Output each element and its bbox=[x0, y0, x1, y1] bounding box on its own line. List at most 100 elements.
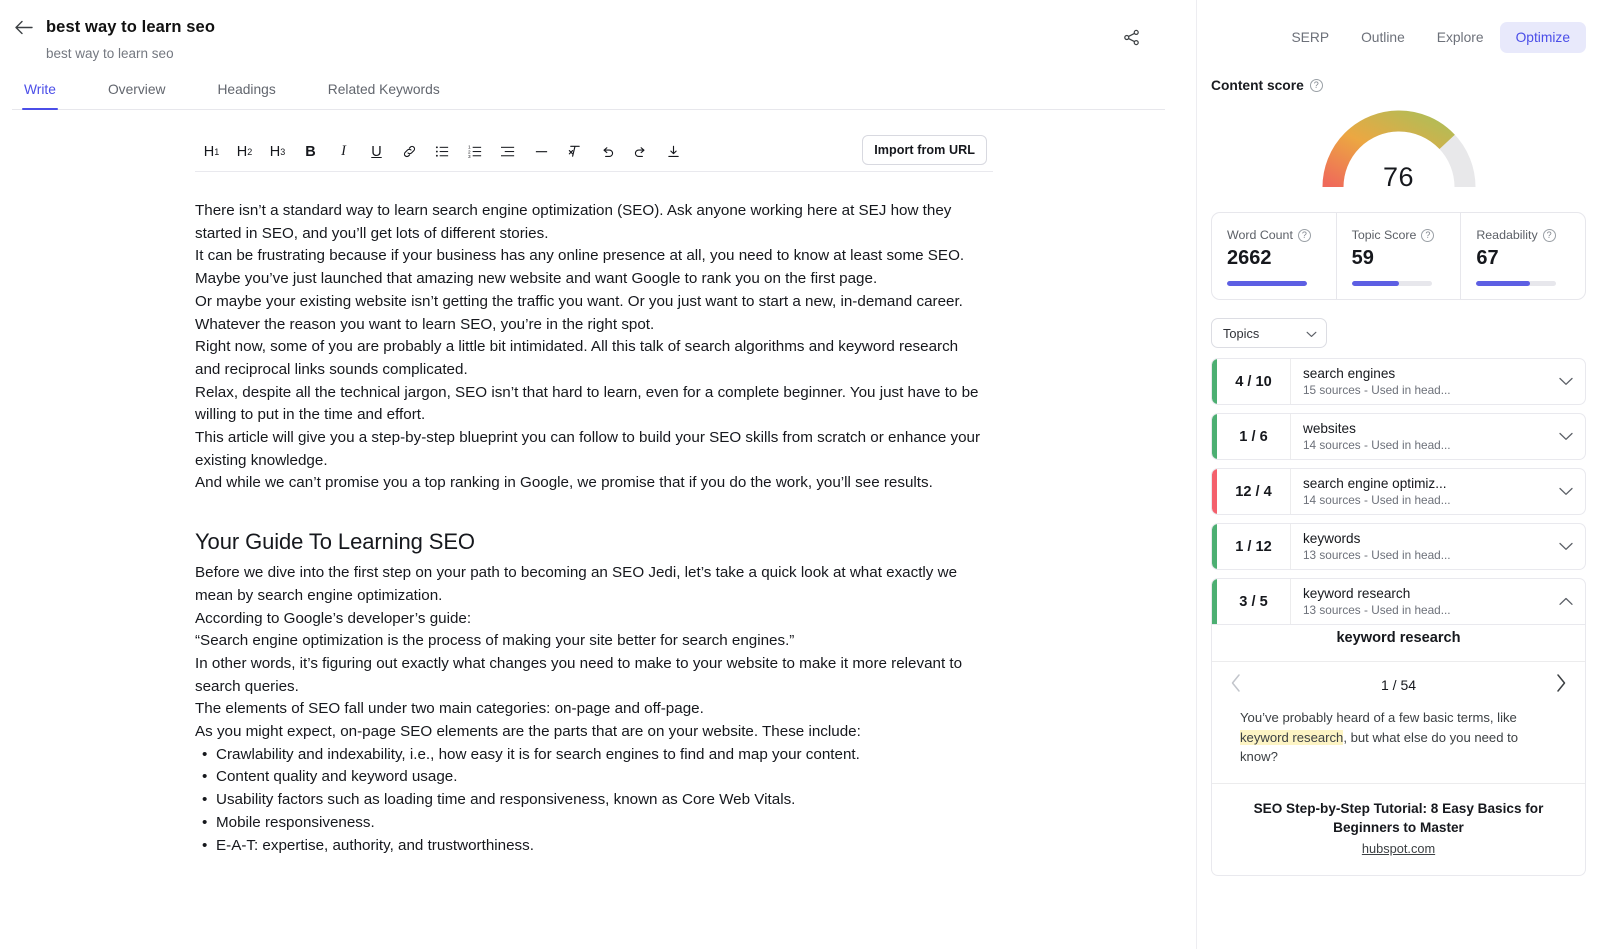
sidebar-tab-outline[interactable]: Outline bbox=[1345, 22, 1421, 53]
topic-score: 3 / 5 bbox=[1217, 579, 1291, 624]
topic-row[interactable]: 3 / 5 keyword research 13 sources - Used… bbox=[1211, 578, 1586, 625]
snippet-pager: 1 / 54 bbox=[1212, 662, 1585, 706]
page-subtitle: best way to learn seo bbox=[46, 46, 1196, 61]
link-icon[interactable] bbox=[393, 136, 426, 168]
metric-word-count: Word Count ? 2662 bbox=[1212, 213, 1336, 299]
topic-name: search engine optimiz... bbox=[1303, 476, 1478, 491]
metric-topic-score: Topic Score ? 59 bbox=[1336, 213, 1461, 299]
topic-row[interactable]: 1 / 6 websites 14 sources - Used in head… bbox=[1211, 413, 1586, 460]
underline-button[interactable]: U bbox=[360, 136, 393, 168]
metric-head: Topic Score ? bbox=[1352, 228, 1461, 242]
chevron-down-icon[interactable] bbox=[1547, 469, 1585, 514]
paragraph: It can be frustrating because if your bu… bbox=[195, 245, 985, 268]
tab-related-keywords[interactable]: Related Keywords bbox=[326, 78, 442, 109]
document-header: best way to learn seo best way to learn … bbox=[0, 0, 1196, 110]
metric-progress-bar bbox=[1352, 281, 1432, 286]
metric-value: 67 bbox=[1476, 247, 1585, 270]
sidebar-tab-optimize[interactable]: Optimize bbox=[1500, 22, 1586, 53]
chevron-up-icon[interactable] bbox=[1547, 579, 1585, 624]
metrics-row: Word Count ? 2662 Topic Score ? 59 Reada… bbox=[1211, 212, 1586, 300]
metric-label: Topic Score bbox=[1352, 228, 1417, 242]
document-body[interactable]: There isn’t a standard way to learn sear… bbox=[195, 172, 985, 857]
topic-main: keyword research 13 sources - Used in he… bbox=[1291, 579, 1547, 624]
paragraph: Whatever the reason you want to learn SE… bbox=[195, 314, 985, 337]
numbered-list-button[interactable]: 1 2 3 bbox=[459, 136, 492, 168]
clear-formatting-button[interactable] bbox=[558, 136, 591, 168]
topic-detail-panel: keyword research 1 / 54 You’ve probably … bbox=[1211, 617, 1586, 876]
content-score-gauge: 76 bbox=[1197, 107, 1600, 193]
help-icon[interactable]: ? bbox=[1298, 229, 1311, 242]
italic-button[interactable]: I bbox=[327, 136, 360, 168]
editor-toolbar: H1 H2 H3 B I U bbox=[195, 132, 993, 172]
tab-overview[interactable]: Overview bbox=[106, 78, 168, 109]
topic-sources: 13 sources - Used in head... bbox=[1303, 548, 1481, 562]
metric-progress-bar bbox=[1227, 281, 1307, 286]
topic-sources: 13 sources - Used in head... bbox=[1303, 603, 1481, 617]
chevron-down-icon[interactable] bbox=[1547, 414, 1585, 459]
topic-main: keywords 13 sources - Used in head... bbox=[1291, 524, 1547, 569]
sidebar-tab-explore[interactable]: Explore bbox=[1421, 22, 1500, 53]
download-button[interactable] bbox=[657, 136, 690, 168]
topics-dropdown-label: Topics bbox=[1223, 326, 1259, 341]
share-icon[interactable] bbox=[1118, 24, 1144, 50]
metric-value: 2662 bbox=[1227, 247, 1336, 270]
metric-progress-bar bbox=[1476, 281, 1556, 286]
heading-2-button[interactable]: H2 bbox=[228, 136, 261, 168]
source-title: SEO Step-by-Step Tutorial: 8 Easy Basics… bbox=[1236, 799, 1561, 837]
document-tabs: Write Overview Headings Related Keywords bbox=[12, 78, 1165, 110]
topic-row[interactable]: 12 / 4 search engine optimiz... 14 sourc… bbox=[1211, 468, 1586, 515]
section-heading: Your Guide To Learning SEO bbox=[195, 527, 985, 557]
back-arrow-icon[interactable] bbox=[12, 16, 34, 38]
bold-button[interactable]: B bbox=[294, 136, 327, 168]
document-pane: best way to learn seo best way to learn … bbox=[0, 0, 1196, 949]
editor-wrapper: H1 H2 H3 B I U bbox=[0, 132, 1196, 857]
topic-sources: 14 sources - Used in head... bbox=[1303, 493, 1481, 507]
indent-list-button[interactable] bbox=[492, 136, 525, 168]
horizontal-rule-button[interactable] bbox=[525, 136, 558, 168]
help-icon[interactable]: ? bbox=[1543, 229, 1556, 242]
topic-row[interactable]: 1 / 12 keywords 13 sources - Used in hea… bbox=[1211, 523, 1586, 570]
topic-main: search engines 15 sources - Used in head… bbox=[1291, 359, 1547, 404]
metric-head: Word Count ? bbox=[1227, 228, 1336, 242]
help-icon[interactable]: ? bbox=[1421, 229, 1434, 242]
content-score-label: Content score bbox=[1211, 78, 1304, 93]
redo-button[interactable] bbox=[624, 136, 657, 168]
topic-name: search engines bbox=[1303, 366, 1478, 381]
topics-dropdown[interactable]: Topics bbox=[1211, 318, 1327, 348]
metric-label: Word Count bbox=[1227, 228, 1293, 242]
import-from-url-button[interactable]: Import from URL bbox=[862, 135, 987, 165]
heading-1-button[interactable]: H1 bbox=[195, 136, 228, 168]
topic-score: 1 / 12 bbox=[1217, 524, 1291, 569]
source-link[interactable]: hubspot.com bbox=[1362, 841, 1435, 856]
topic-list: 4 / 10 search engines 15 sources - Used … bbox=[1211, 358, 1586, 876]
snippet-counter: 1 / 54 bbox=[1381, 677, 1416, 693]
content-score-value: 76 bbox=[1197, 162, 1600, 193]
chevron-down-icon[interactable] bbox=[1547, 359, 1585, 404]
bullet-list-button[interactable] bbox=[426, 136, 459, 168]
svg-text:3: 3 bbox=[468, 154, 471, 159]
paragraph: And while we can’t promise you a top ran… bbox=[195, 472, 985, 495]
chevron-down-icon[interactable] bbox=[1547, 524, 1585, 569]
undo-button[interactable] bbox=[591, 136, 624, 168]
tab-headings[interactable]: Headings bbox=[215, 78, 277, 109]
paragraph: Before we dive into the first step on yo… bbox=[195, 562, 985, 607]
topic-name: keywords bbox=[1303, 531, 1478, 546]
paragraph: This article will give you a step-by-ste… bbox=[195, 427, 985, 472]
chevron-right-icon[interactable] bbox=[1555, 673, 1567, 697]
topic-row[interactable]: 4 / 10 search engines 15 sources - Used … bbox=[1211, 358, 1586, 405]
chevron-left-icon[interactable] bbox=[1230, 673, 1242, 697]
help-icon[interactable]: ? bbox=[1310, 79, 1323, 92]
tab-write[interactable]: Write bbox=[22, 78, 58, 109]
snippet-source: SEO Step-by-Step Tutorial: 8 Easy Basics… bbox=[1212, 783, 1585, 875]
topic-main: search engine optimiz... 14 sources - Us… bbox=[1291, 469, 1547, 514]
paragraph: Relax, despite all the technical jargon,… bbox=[195, 382, 985, 427]
topic-score: 1 / 6 bbox=[1217, 414, 1291, 459]
heading-3-button[interactable]: H3 bbox=[261, 136, 294, 168]
metric-readability: Readability ? 67 bbox=[1460, 213, 1585, 299]
metric-label: Readability bbox=[1476, 228, 1537, 242]
content-score-label-row: Content score ? bbox=[1211, 78, 1600, 93]
sidebar-tab-serp[interactable]: SERP bbox=[1275, 22, 1345, 53]
bullet-list: Crawlability and indexability, i.e., how… bbox=[195, 744, 985, 858]
list-item: Mobile responsiveness. bbox=[216, 812, 985, 835]
metric-head: Readability ? bbox=[1476, 228, 1585, 242]
